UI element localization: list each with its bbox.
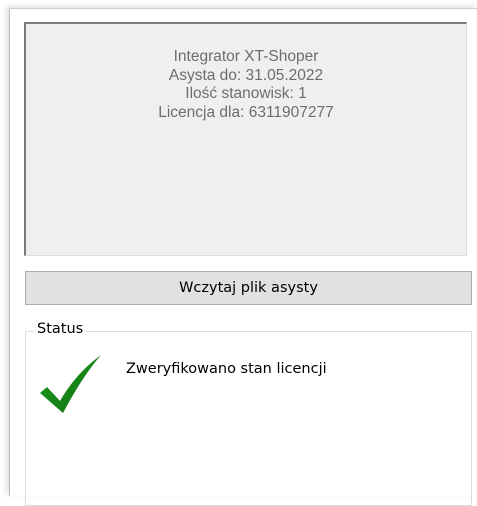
license-holder: Licencja dla: 6311907277 [158,103,334,121]
checkmark-icon [40,355,101,413]
status-message: Zweryfikowano stan licencji [126,361,327,377]
product-name: Integrator XT-Shoper [173,48,319,65]
status-legend: Status [34,320,87,338]
load-assistance-file-button[interactable]: Wczytaj plik asysty [25,271,472,305]
license-window: Integrator XT-Shoper Asysta do: 31.05.20… [9,8,477,506]
workstation-count: Ilość stanowisk: 1 [185,85,307,102]
assistance-until: Asysta do: 31.05.2022 [168,66,324,84]
license-info-panel: Integrator XT-Shoper Asysta do: 31.05.20… [24,22,467,256]
license-info-text: Integrator XT-Shoper Asysta do: 31.05.20… [26,48,466,122]
status-groupbox: Status Zweryfikowano stan licencji [25,320,472,506]
